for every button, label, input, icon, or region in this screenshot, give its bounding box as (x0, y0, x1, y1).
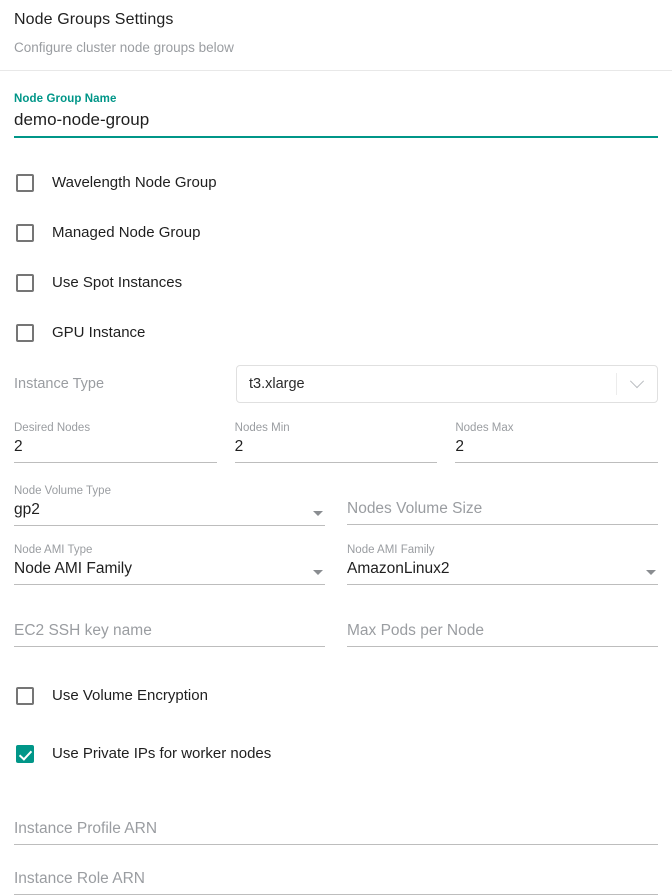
instance-type-row: Instance Type t3.xlarge (14, 360, 658, 408)
volume-row: Node Volume Type gp2 Nodes Volume Size (14, 475, 658, 526)
caret-down-icon[interactable] (646, 570, 656, 575)
ec2-ssh-key-field[interactable]: EC2 SSH key name (14, 597, 325, 647)
desired-nodes-input[interactable]: 2 (14, 435, 217, 462)
checkbox-row-use-private-ips[interactable]: Use Private IPs for worker nodes (14, 725, 658, 783)
node-volume-type-label: Node Volume Type (14, 485, 111, 497)
page-title: Node Groups Settings (14, 11, 174, 28)
caret-down-icon[interactable] (313, 570, 323, 575)
node-volume-type-select[interactable]: Node Volume Type gp2 (14, 475, 325, 526)
checkbox-icon[interactable] (16, 224, 34, 242)
node-counts-row: Desired Nodes 2 Nodes Min 2 Nodes Max 2 (14, 412, 659, 463)
settings-form: Node Group Name demo-node-group Waveleng… (0, 71, 672, 895)
checkbox-checked-icon[interactable] (16, 745, 34, 763)
field-underline (347, 524, 658, 525)
field-underline (14, 584, 325, 585)
checkbox-row-gpu-instance[interactable]: GPU Instance (14, 308, 658, 358)
desired-nodes-field[interactable]: Desired Nodes 2 (14, 412, 217, 463)
instance-profile-arn-placeholder[interactable]: Instance Profile ARN (14, 817, 658, 844)
field-underline (234, 462, 438, 463)
max-pods-per-node-placeholder[interactable]: Max Pods per Node (347, 619, 658, 646)
field-underline (347, 646, 658, 647)
checkbox-label: Wavelength Node Group (52, 174, 217, 191)
node-ami-family-label: Node AMI Family (347, 544, 435, 556)
panel-header: Node Groups Settings Configure cluster n… (0, 0, 672, 70)
checkbox-label: Use Private IPs for worker nodes (52, 745, 272, 762)
checkbox-label: Managed Node Group (52, 224, 201, 241)
ssh-maxpods-row: EC2 SSH key name Max Pods per Node (14, 597, 658, 647)
nodes-min-input[interactable]: 2 (235, 435, 438, 462)
instance-type-select[interactable]: t3.xlarge (236, 365, 658, 403)
field-underline (455, 462, 659, 463)
instance-role-arn-placeholder[interactable]: Instance Role ARN (14, 867, 658, 894)
checkbox-icon[interactable] (16, 174, 34, 192)
instance-profile-arn-field[interactable]: Instance Profile ARN (14, 795, 658, 845)
node-ami-type-label: Node AMI Type (14, 544, 93, 556)
page-subtitle: Configure cluster node groups below (14, 40, 234, 55)
field-underline (14, 525, 325, 526)
checkbox-icon[interactable] (16, 274, 34, 292)
checkbox-row-wavelength-node-group[interactable]: Wavelength Node Group (14, 158, 658, 208)
nodes-volume-size-field[interactable]: Nodes Volume Size (347, 475, 658, 526)
ec2-ssh-key-placeholder[interactable]: EC2 SSH key name (14, 619, 325, 646)
field-underline (14, 646, 325, 647)
caret-down-icon[interactable] (313, 511, 323, 516)
max-pods-per-node-field[interactable]: Max Pods per Node (347, 597, 658, 647)
node-ami-type-value: Node AMI Family (14, 560, 133, 577)
checkbox-label: Use Spot Instances (52, 274, 183, 291)
nodes-max-field[interactable]: Nodes Max 2 (455, 412, 659, 463)
node-group-name-field[interactable]: Node Group Name demo-node-group (14, 71, 658, 138)
checkbox-icon[interactable] (16, 324, 34, 342)
checkbox-label: Use Volume Encryption (52, 687, 208, 704)
nodes-max-label: Nodes Max (455, 422, 514, 434)
instance-type-label: Instance Type (14, 376, 105, 392)
checkbox-label: GPU Instance (52, 324, 146, 341)
nodes-max-input[interactable]: 2 (455, 435, 658, 462)
desired-nodes-label: Desired Nodes (14, 422, 91, 434)
node-ami-family-value: AmazonLinux2 (347, 560, 450, 577)
node-ami-type-select[interactable]: Node AMI Type Node AMI Family (14, 534, 325, 585)
instance-type-value: t3.xlarge (249, 376, 305, 392)
checkbox-icon[interactable] (16, 687, 34, 705)
field-underline (347, 584, 658, 585)
nodes-volume-size-placeholder[interactable]: Nodes Volume Size (347, 497, 658, 524)
chevron-down-icon[interactable] (617, 374, 657, 389)
node-volume-type-value: gp2 (14, 501, 40, 518)
ami-row: Node AMI Type Node AMI Family Node AMI F… (14, 534, 658, 585)
node-group-name-label: Node Group Name (14, 93, 117, 105)
node-group-name-input[interactable]: demo-node-group (14, 106, 658, 136)
instance-role-arn-field[interactable]: Instance Role ARN (14, 845, 658, 895)
nodes-min-field[interactable]: Nodes Min 2 (234, 412, 438, 463)
checkbox-row-use-volume-encryption[interactable]: Use Volume Encryption (14, 667, 658, 725)
checkbox-row-managed-node-group[interactable]: Managed Node Group (14, 208, 658, 258)
node-ami-family-select[interactable]: Node AMI Family AmazonLinux2 (347, 534, 658, 585)
checkbox-row-use-spot-instances[interactable]: Use Spot Instances (14, 258, 658, 308)
field-underline (14, 462, 217, 463)
nodes-min-label: Nodes Min (234, 422, 290, 434)
